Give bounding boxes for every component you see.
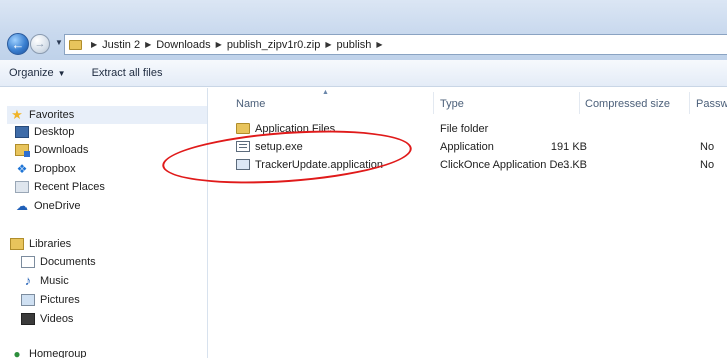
column-header-type[interactable]: Type [440,98,464,110]
folder-icon [236,123,250,134]
homegroup-icon: ● [13,347,21,358]
breadcrumb-separator-icon[interactable]: ▶ [216,40,222,49]
command-toolbar: Organize ▼ Extract all files [0,60,727,87]
forward-arrow-icon[interactable]: → [30,34,50,54]
sidebar-item-label: Downloads [34,144,89,156]
downloads-folder-icon [15,144,30,157]
sidebar-item-label: OneDrive [34,200,81,212]
desktop-icon [15,126,29,138]
breadcrumb-separator-icon[interactable]: ▶ [145,40,151,49]
sidebar-item-label: Pictures [40,294,80,306]
breadcrumb-separator-icon[interactable]: ▶ [376,40,382,49]
file-type: File folder [440,123,489,135]
music-note-icon: ♪ [24,273,32,288]
file-size: 191 KB [550,141,587,153]
sidebar-item-libraries[interactable]: Libraries [10,238,71,250]
sidebar-item-label: Dropbox [34,163,76,175]
sidebar-item-dropbox[interactable]: ❖ Dropbox [15,163,76,175]
chevron-down-icon: ▼ [57,69,66,78]
file-size: 3 KB [563,159,587,171]
breadcrumb-separator-icon[interactable]: ▶ [91,40,97,49]
back-arrow-icon[interactable]: ← [7,33,29,55]
dropbox-icon: ❖ [16,162,28,176]
navigation-pane: ★ Favorites Desktop Downloads ❖ Dropbox … [0,88,208,358]
sidebar-item-desktop[interactable]: Desktop [15,126,74,138]
sidebar-item-favorites[interactable]: ★ Favorites [7,106,207,124]
breadcrumb-zip[interactable]: publish_zipv1r0.zip [227,39,321,51]
sidebar-item-pictures[interactable]: Pictures [21,294,80,306]
organize-button[interactable]: Organize ▼ [9,67,66,79]
address-bar[interactable]: ▶ Justin 2 ▶ Downloads ▶ publish_zipv1r0… [64,34,727,55]
extract-all-files-button[interactable]: Extract all files [92,67,163,79]
breadcrumb-downloads[interactable]: Downloads [156,39,210,51]
sidebar-item-documents[interactable]: Documents [21,256,96,268]
sidebar-item-label: Videos [40,313,74,325]
column-header-compressed-size[interactable]: Compressed size [585,98,670,110]
sidebar-item-homegroup[interactable]: ● Homegroup [10,348,86,358]
sidebar-item-music[interactable]: ♪ Music [21,273,69,288]
file-type: Application [440,141,494,153]
file-type: ClickOnce Application De... [440,159,573,171]
file-list-pane: ▲ Name Type Compressed size Passw Applic… [209,88,727,358]
star-icon: ★ [11,107,23,122]
organize-label: Organize [9,67,54,79]
recent-pages-dropdown-icon[interactable]: ▼ [55,38,63,47]
documents-icon [21,256,35,268]
column-divider[interactable] [689,92,690,114]
sidebar-item-label: Documents [40,256,96,268]
sidebar-item-label: Homegroup [29,348,87,358]
column-header-password[interactable]: Passw [696,98,727,110]
file-password: No [700,159,715,171]
breadcrumb-separator-icon[interactable]: ▶ [325,40,331,49]
column-divider[interactable] [433,92,434,114]
file-password: No [700,141,715,153]
recent-places-icon [15,181,29,193]
sidebar-item-onedrive[interactable]: ☁ OneDrive [15,200,80,212]
videos-icon [21,313,35,325]
onedrive-cloud-icon: ☁ [16,199,28,213]
sidebar-item-label: Libraries [29,238,72,250]
sidebar-item-downloads[interactable]: Downloads [15,144,89,157]
sidebar-item-recent-places[interactable]: Recent Places [15,181,105,193]
sidebar-item-videos[interactable]: Videos [21,313,73,325]
sort-ascending-icon: ▲ [322,89,329,96]
sidebar-item-label: Recent Places [34,181,105,193]
sidebar-item-label: Desktop [34,126,75,138]
breadcrumb-justin[interactable]: Justin 2 [102,39,140,51]
column-divider[interactable] [579,92,580,114]
column-header-name[interactable]: Name [236,98,265,110]
pictures-icon [21,294,35,306]
folder-icon [69,39,82,50]
sidebar-item-label: Music [40,275,69,287]
libraries-icon [10,238,24,250]
breadcrumb-publish[interactable]: publish [337,39,372,51]
sidebar-item-label: Favorites [29,109,75,121]
window-titlebar: ← → ▼ ▶ Justin 2 ▶ Downloads ▶ publish_z… [0,0,727,60]
